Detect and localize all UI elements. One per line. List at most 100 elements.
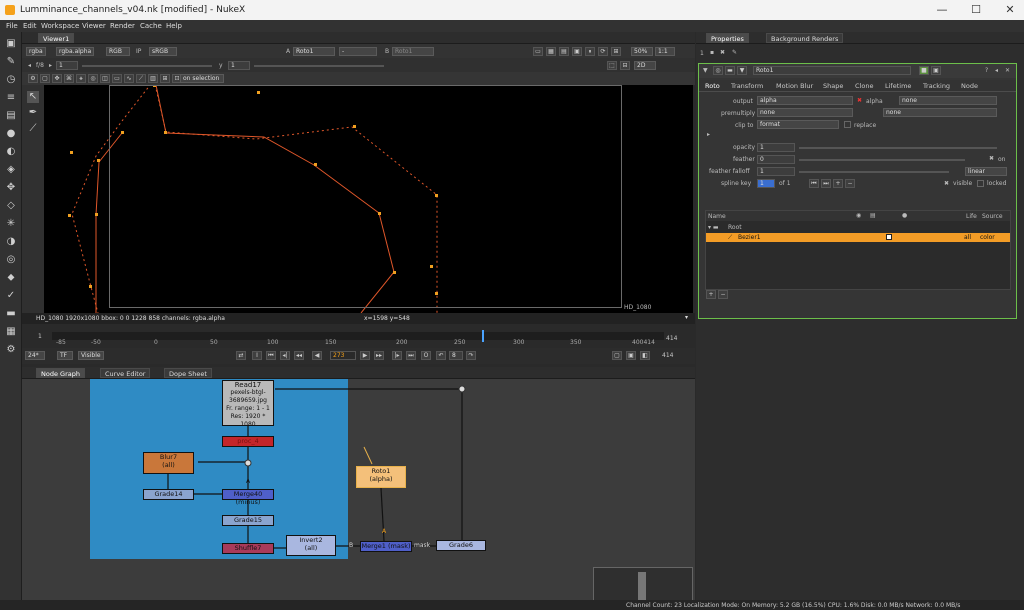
row-color-swatch[interactable] — [886, 234, 892, 240]
node-icon[interactable]: ◎ — [713, 66, 723, 75]
remove-shape-icon[interactable]: − — [718, 290, 728, 299]
subtab-node[interactable]: Node — [961, 82, 978, 90]
next-spline-key-icon[interactable]: ⏭ — [821, 179, 831, 188]
minimize-button[interactable]: — — [932, 3, 952, 17]
subtab-clone[interactable]: Clone — [855, 82, 873, 90]
lock-col-icon[interactable]: ▤ — [870, 212, 876, 219]
opacity-field[interactable]: 1 — [757, 143, 795, 152]
node-roto1[interactable]: Roto1 (alpha) — [356, 466, 406, 488]
close-panel-icon[interactable]: ✕ — [1005, 67, 1010, 74]
node-grade6[interactable]: Grade6 — [436, 540, 486, 551]
help-icon[interactable]: ? — [985, 67, 988, 74]
eye-icon[interactable]: ◉ — [856, 212, 861, 219]
color-swatch-icon[interactable]: ■ — [919, 66, 929, 75]
input-label-b: B — [349, 542, 354, 549]
visible-check[interactable]: ✖ — [944, 180, 949, 187]
falloff-slider[interactable] — [799, 171, 949, 173]
center-icon[interactable]: ▣ — [931, 66, 941, 75]
node-read-res: Res: 1920 * 1080 — [230, 413, 266, 428]
spline-key-label: spline key — [721, 180, 752, 187]
remove-spline-key-icon[interactable]: − — [845, 179, 855, 188]
subtab-roto[interactable]: Roto — [705, 82, 720, 90]
node-merge40[interactable]: Merge40 (minus) — [222, 489, 274, 506]
add-shape-icon[interactable]: + — [706, 290, 716, 299]
col-life[interactable]: Life — [966, 213, 977, 220]
alpha-check-label: alpha — [866, 98, 883, 105]
curves-list[interactable]: Name ◉ ▤ ● Life Source ▾ ▬ Root ⟋ Bezier… — [705, 210, 1011, 290]
maximize-button[interactable]: ☐ — [966, 3, 986, 17]
replace-checkbox[interactable] — [844, 121, 851, 128]
node-invert-sub: (all) — [304, 544, 318, 552]
row-bezier-life: all — [964, 234, 972, 241]
minimap-nodes — [638, 572, 646, 600]
feather-label: feather — [733, 156, 755, 163]
of-label: of 1 — [779, 180, 791, 187]
status-text: Channel Count: 23 Localization Mode: On … — [626, 602, 961, 609]
visible-label: visible — [953, 180, 973, 187]
node-roto-name: Roto1 — [371, 467, 391, 475]
node-read17[interactable]: Read17 pexels-btgl-3689659.jpg Fr. range… — [222, 380, 274, 428]
output-label: output — [733, 98, 753, 105]
node-grade14[interactable]: Grade14 — [143, 489, 194, 500]
input-label-mask: mask — [414, 542, 431, 549]
add-spline-key-icon[interactable]: + — [833, 179, 843, 188]
node-blur7[interactable]: Blur7 (all) — [143, 452, 194, 474]
col-name[interactable]: Name — [708, 213, 726, 220]
feather-slider[interactable] — [799, 159, 965, 161]
status-bar: Channel Count: 23 Localization Mode: On … — [0, 600, 1024, 610]
subtab-motion-blur[interactable]: Motion Blur — [776, 82, 813, 90]
node-invert2[interactable]: Invert2 (all) — [286, 535, 336, 556]
col-source[interactable]: Source — [982, 213, 1003, 220]
tab-background-renders[interactable]: Background Renders — [766, 33, 844, 43]
collapse-icon[interactable]: ▼ — [703, 67, 708, 74]
node-shuffle7[interactable]: Shuffle7 — [222, 543, 274, 554]
close-button[interactable]: ✕ — [1000, 3, 1020, 17]
input-label-a2: A — [382, 528, 387, 535]
float-panel-icon[interactable]: ▬ — [725, 66, 735, 75]
locked-checkbox[interactable] — [977, 180, 984, 187]
pin-icon[interactable]: ✎ — [732, 49, 737, 56]
node-invert-name: Invert2 — [299, 536, 323, 544]
falloff-label: feather falloff — [709, 168, 750, 175]
row-bezier-name: Bezier1 — [738, 234, 761, 241]
float-icon[interactable]: ▪ — [710, 49, 714, 56]
node-name-field[interactable]: Roto1 — [753, 66, 911, 75]
spline-key-field[interactable]: 1 — [757, 179, 775, 188]
node-roto-sub: (alpha) — [369, 475, 393, 483]
feather-field[interactable]: 0 — [757, 155, 795, 164]
premultiply2-dropdown[interactable]: none — [883, 108, 997, 117]
row-bezier-source: color — [980, 234, 995, 241]
node-header: ▼ ◎ ▬ ▼ Roto1 ■ ▣ ? ◂ ✕ — [699, 64, 1016, 78]
opacity-slider[interactable] — [799, 147, 997, 149]
tab-properties[interactable]: Properties — [706, 33, 749, 43]
locked-label: locked — [987, 180, 1007, 187]
node-red[interactable]: proc_4 — [222, 436, 274, 447]
list-row-bezier1[interactable]: ⟋ Bezier1 all color — [706, 233, 1010, 242]
undo-icon[interactable]: ◂ — [995, 67, 998, 74]
properties-tabbar: Properties Background Renders — [696, 32, 1024, 44]
feather-on-label: on — [998, 156, 1006, 163]
falloff-field[interactable]: 1 — [757, 167, 795, 176]
color-col-icon[interactable]: ● — [902, 212, 907, 219]
row-root-name: Root — [728, 224, 742, 231]
falloff-type-dropdown[interactable]: linear — [965, 167, 1007, 176]
node-merge-mask[interactable]: Merge1 (mask) — [360, 541, 412, 552]
prev-spline-key-icon[interactable]: ⏮ — [809, 179, 819, 188]
list-row-root[interactable]: ▾ ▬ Root — [706, 223, 1010, 232]
clip-to-dropdown[interactable]: format — [757, 120, 839, 129]
output2-dropdown[interactable]: none — [899, 96, 997, 105]
clear-icon[interactable]: ✖ — [720, 49, 725, 56]
subtab-shape[interactable]: Shape — [823, 82, 843, 90]
alpha-checkbox[interactable]: ✖ — [857, 97, 862, 104]
subtab-transform[interactable]: Transform — [731, 82, 763, 90]
subtab-tracking[interactable]: Tracking — [923, 82, 950, 90]
node-grade15[interactable]: Grade15 — [222, 515, 274, 526]
expand-icon[interactable]: ▸ — [707, 131, 710, 138]
output-dropdown[interactable]: alpha — [757, 96, 853, 105]
subtab-lifetime[interactable]: Lifetime — [885, 82, 911, 90]
feather-on-check[interactable]: ✖ — [989, 155, 994, 162]
premultiply-dropdown[interactable]: none — [757, 108, 853, 117]
replace-label: replace — [854, 122, 877, 129]
properties-count[interactable]: 1 — [700, 50, 704, 57]
lock-panel-icon[interactable]: ▼ — [737, 66, 747, 75]
